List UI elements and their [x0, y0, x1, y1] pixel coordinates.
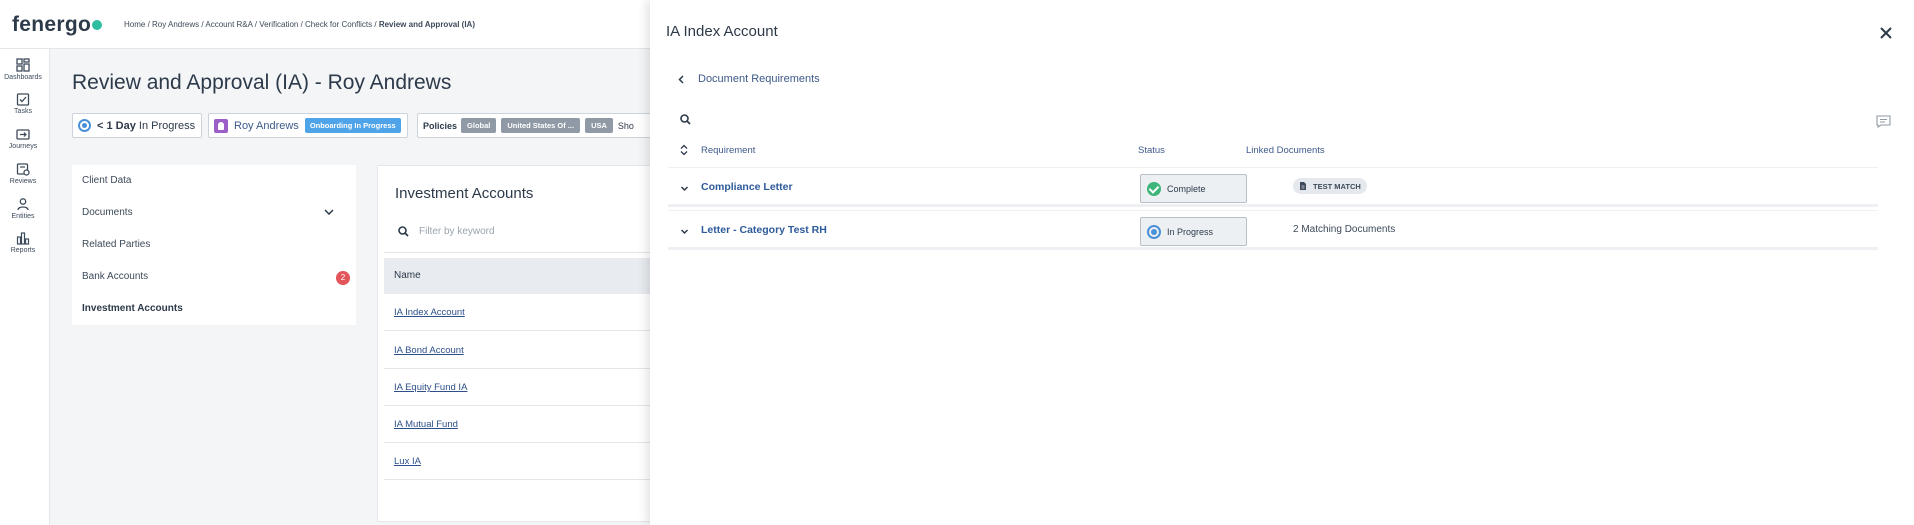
chevron-down-icon[interactable]	[324, 207, 334, 218]
show-more-link[interactable]: Sho	[618, 121, 634, 131]
linked-document-name: TEST MATCH	[1313, 181, 1361, 191]
investment-accounts-card: Investment Accounts Filter by keyword Na…	[377, 165, 677, 522]
entity-status-badge: Onboarding In Progress	[304, 118, 401, 133]
entity-pill[interactable]: Roy Andrews Onboarding In Progress	[208, 113, 408, 138]
rail-item-dashboards[interactable]: Dashboards	[0, 58, 46, 81]
left-rail: Dashboards Tasks Journeys Reviews Entiti…	[0, 49, 50, 525]
bank-accounts-count-badge: 2	[336, 271, 350, 285]
entity-avatar-icon	[214, 118, 228, 133]
close-button[interactable]	[1877, 24, 1895, 42]
entity-name: Roy Andrews	[234, 119, 299, 132]
status-label: In Progress	[1167, 226, 1214, 237]
status-label: Complete	[1167, 183, 1206, 194]
rail-item-journeys[interactable]: Journeys	[0, 127, 46, 150]
breadcrumb-entity[interactable]: Roy Andrews	[152, 20, 199, 29]
comment-icon	[1876, 115, 1891, 129]
breadcrumb-task[interactable]: Check for Conflicts	[305, 20, 372, 29]
breadcrumb-stage[interactable]: Verification	[259, 20, 298, 29]
account-detail-panel: IA Index Account Document Requirements R…	[650, 0, 1914, 525]
nav-item-documents[interactable]: Documents	[82, 207, 133, 218]
check-circle-icon	[1147, 181, 1161, 196]
close-icon	[1880, 27, 1892, 39]
column-header-name[interactable]: Name	[384, 258, 676, 294]
logo-dot-icon	[92, 20, 103, 30]
in-progress-icon	[1147, 224, 1161, 239]
column-header-requirement[interactable]: Requirement	[701, 145, 755, 156]
requirements-header: Requirement Status Linked Documents	[668, 143, 1914, 159]
tasks-icon	[16, 93, 30, 106]
in-progress-icon	[78, 119, 91, 132]
nav-item-client-data[interactable]: Client Data	[82, 175, 131, 186]
breadcrumb-journey[interactable]: Account R&A	[205, 20, 252, 29]
matching-documents-count[interactable]: 2 Matching Documents	[1293, 224, 1395, 235]
breadcrumb-home[interactable]: Home	[124, 20, 145, 29]
column-header-linked-documents[interactable]: Linked Documents	[1246, 145, 1325, 156]
chevron-down-icon[interactable]	[680, 184, 689, 193]
nav-item-bank-accounts[interactable]: Bank Accounts	[82, 271, 148, 282]
nav-item-investment-accounts[interactable]: Investment Accounts	[82, 303, 183, 314]
policy-badge: USA	[585, 118, 613, 133]
reviews-icon	[16, 163, 30, 176]
account-link[interactable]: Lux IA	[394, 456, 421, 467]
table-row: IA Bond Account	[384, 332, 676, 369]
account-link[interactable]: IA Equity Fund IA	[394, 382, 467, 393]
back-to-document-requirements[interactable]: Document Requirements	[678, 73, 820, 85]
policies-label: Policies	[423, 120, 458, 131]
requirements-search[interactable]	[680, 112, 691, 130]
sla-status: In Progress	[138, 119, 196, 132]
status-badge: In Progress	[1140, 217, 1247, 246]
search-icon	[398, 226, 409, 237]
table-row: IA Index Account	[384, 294, 676, 331]
investment-accounts-title: Investment Accounts	[395, 185, 534, 202]
status-badge: Complete	[1140, 174, 1247, 203]
sla-value: < 1 Day	[97, 119, 136, 132]
back-label: Document Requirements	[698, 73, 820, 85]
search-placeholder: Filter by keyword	[419, 226, 495, 237]
table-row: IA Mutual Fund	[384, 406, 676, 443]
divider	[384, 252, 676, 253]
policy-badge: United States Of ...	[501, 118, 581, 133]
chevron-down-icon[interactable]	[680, 227, 689, 236]
reports-icon	[16, 232, 30, 245]
entity-section-nav: Client Data Documents Related Parties Ba…	[72, 165, 356, 325]
policies-pill[interactable]: Policies Global United States Of ... USA…	[417, 113, 657, 138]
nav-item-related-parties[interactable]: Related Parties	[82, 239, 150, 250]
rail-item-tasks[interactable]: Tasks	[0, 92, 46, 115]
policy-badge: Global	[461, 118, 497, 133]
panel-title: IA Index Account	[666, 23, 778, 40]
requirement-name[interactable]: Letter - Category Test RH	[701, 224, 827, 236]
fenergo-logo[interactable]: fenergo	[12, 13, 103, 37]
rail-item-entities[interactable]: Entities	[0, 197, 46, 220]
account-link[interactable]: IA Index Account	[394, 307, 465, 318]
chevron-left-icon	[678, 74, 684, 84]
sort-icon[interactable]	[680, 144, 688, 156]
dashboard-icon	[16, 58, 30, 72]
search-icon	[680, 114, 691, 125]
entities-icon	[17, 198, 29, 211]
account-link[interactable]: IA Mutual Fund	[394, 419, 458, 430]
rail-item-reviews[interactable]: Reviews	[0, 162, 46, 185]
rail-item-reports[interactable]: Reports	[0, 231, 46, 254]
requirement-row[interactable]: Letter - Category Test RH In Progress 2 …	[668, 210, 1878, 250]
breadcrumb: Home / Roy Andrews / Account R&A / Verif…	[124, 20, 475, 29]
linked-document-tag[interactable]: TEST MATCH	[1293, 178, 1367, 194]
investment-search[interactable]: Filter by keyword	[398, 226, 495, 237]
breadcrumb-current: Review and Approval (IA)	[378, 20, 475, 29]
account-link[interactable]: IA Bond Account	[394, 345, 464, 356]
table-row: Lux IA	[384, 443, 676, 480]
comments-button[interactable]	[1876, 115, 1891, 133]
column-header-status[interactable]: Status	[1138, 145, 1165, 156]
journeys-icon	[16, 129, 30, 140]
sla-pill[interactable]: < 1 Day In Progress	[72, 113, 202, 138]
document-icon	[1300, 182, 1306, 190]
page-title: Review and Approval (IA) - Roy Andrews	[72, 71, 452, 94]
requirement-name[interactable]: Compliance Letter	[701, 181, 793, 193]
table-row: IA Equity Fund IA	[384, 369, 676, 406]
requirement-row[interactable]: Compliance Letter Complete TEST MATCH	[668, 167, 1878, 207]
